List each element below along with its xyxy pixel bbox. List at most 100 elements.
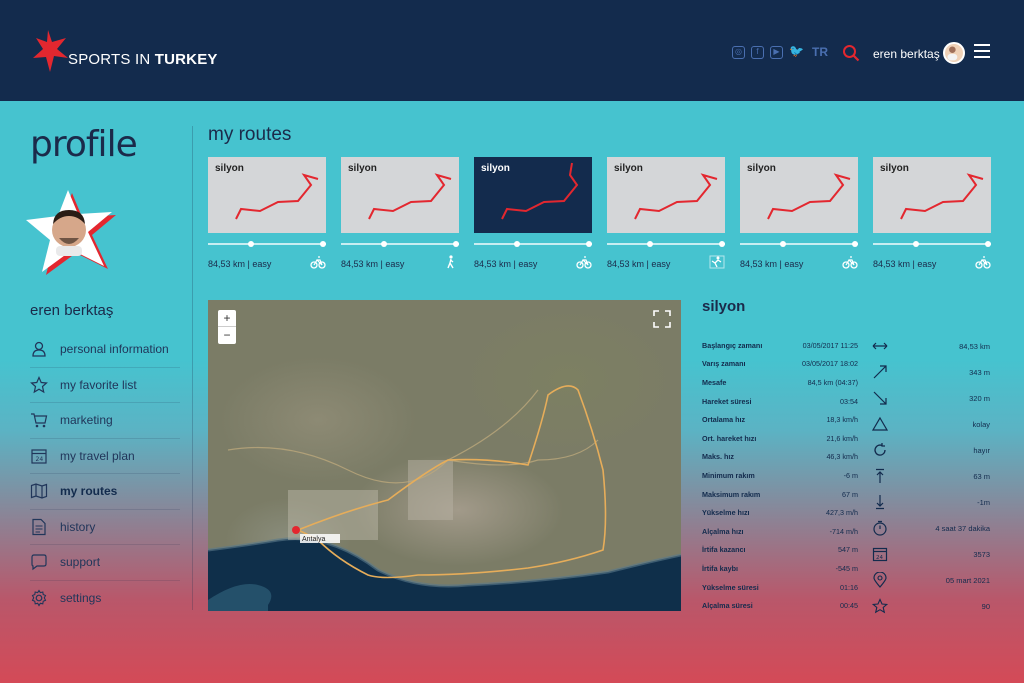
routes-title: my routes [208, 124, 292, 145]
route-card[interactable]: silyon 84,53 km | easy [873, 157, 991, 269]
instagram-icon[interactable]: ◎ [732, 45, 745, 59]
search-icon[interactable] [842, 44, 860, 62]
route-progress-slider[interactable] [341, 241, 459, 247]
avatar[interactable] [943, 42, 965, 64]
sidebar-item-history[interactable]: history [30, 510, 180, 545]
route-name: silyon [747, 163, 776, 174]
stat-row: hayır [872, 437, 990, 463]
map-place-label: Antalya [302, 536, 325, 543]
youtube-icon[interactable]: ▶ [770, 45, 783, 59]
detail-value: 00:45 [840, 601, 858, 611]
fullscreen-icon[interactable] [653, 310, 671, 328]
stat-row: 24 3573 [872, 541, 990, 567]
detail-value: 547 m [838, 545, 858, 555]
min-elevation-icon [876, 495, 884, 510]
route-thumbnail[interactable]: silyon [208, 157, 326, 233]
route-meta: 84,53 km | easy [873, 259, 937, 269]
sidebar-item-label: history [60, 519, 96, 534]
route-thumbnail[interactable]: silyon [474, 157, 592, 233]
route-map[interactable]: Antalya + − [208, 300, 681, 611]
calendar-icon: 24 [872, 547, 888, 562]
detail-value: 03/05/2017 18:02 [802, 359, 858, 369]
detail-key: İrtifa kazancı [702, 545, 746, 555]
detail-value: 01:16 [840, 582, 858, 592]
stat-value: 4 saat 37 dakika [935, 523, 990, 533]
stat-value: 05 mart 2021 [945, 575, 990, 585]
detail-value: 21,6 km/h [826, 433, 858, 443]
route-thumbnail[interactable]: silyon [740, 157, 858, 233]
stat-value: 90 [981, 601, 990, 611]
zoom-in-button[interactable]: + [218, 310, 236, 327]
zoom-out-button[interactable]: − [218, 327, 236, 344]
bike-icon [576, 256, 592, 269]
route-meta: 84,53 km | easy [607, 259, 671, 269]
detail-key: Mesafe [702, 377, 727, 387]
route-progress-slider[interactable] [873, 241, 991, 247]
sidebar-item-support[interactable]: support [30, 545, 180, 581]
profile-user-name: eren berktaş [30, 302, 114, 319]
detail-row: İrtifa kaybı -545 m [702, 559, 858, 578]
twitter-icon[interactable]: 🐦 [789, 45, 804, 59]
map-imagery: Antalya [208, 385, 681, 611]
sidebar-item-settings[interactable]: settings [30, 581, 180, 617]
detail-value: 03:54 [840, 396, 858, 406]
detail-row: Hareket süresi 03:54 [702, 392, 858, 411]
detail-row: Yükselme hızı 427,3 m/h [702, 503, 858, 522]
detail-key: Yükselme süresi [702, 582, 759, 592]
stat-value: 63 m [973, 471, 990, 481]
bike-icon [842, 256, 858, 269]
route-thumbnail[interactable]: silyon [607, 157, 725, 233]
sidebar-item-my-routes[interactable]: my routes [30, 474, 180, 510]
route-thumbnail[interactable]: silyon [341, 157, 459, 233]
route-meta: 84,53 km | easy [208, 259, 272, 269]
stat-value: -1m [977, 497, 990, 507]
sidebar-item-label: personal information [60, 342, 169, 357]
detail-key: Minimum rakım [702, 470, 755, 480]
gear-icon [31, 589, 47, 607]
route-name: silyon [614, 163, 643, 174]
route-progress-slider[interactable] [208, 241, 326, 247]
sidebar-item-favorite-list[interactable]: my favorite list [30, 368, 180, 403]
route-progress-slider[interactable] [740, 241, 858, 247]
detail-key: Varış zamanı [702, 359, 746, 369]
header-user-name[interactable]: eren berktaş [873, 47, 940, 61]
detail-value: 427,3 m/h [826, 508, 858, 518]
route-detail-title: silyon [702, 298, 746, 315]
detail-row: Minimum rakım -6 m [702, 466, 858, 485]
detail-key: Maks. hız [702, 452, 734, 462]
detail-row: İrtifa kazancı 547 m [702, 541, 858, 560]
stat-row: kolay [872, 411, 990, 437]
route-progress-slider[interactable] [607, 241, 725, 247]
sidebar-item-personal-information[interactable]: personal information [30, 332, 180, 368]
facebook-icon[interactable]: f [751, 45, 764, 59]
detail-key: Alçalma süresi [702, 601, 753, 611]
timer-icon [873, 520, 887, 536]
sidebar-item-label: settings [60, 591, 102, 606]
route-card[interactable]: silyon 84,53 km | easy [208, 157, 326, 269]
sidebar-item-label: my favorite list [60, 377, 137, 392]
profile-avatar[interactable] [20, 188, 120, 278]
route-thumbnail[interactable]: silyon [873, 157, 991, 233]
route-meta: 84,53 km | easy [341, 259, 405, 269]
stat-value: 3573 [973, 549, 990, 559]
chat-icon [31, 554, 47, 571]
sidebar-item-marketing[interactable]: marketing [30, 403, 180, 439]
location-icon [873, 572, 887, 588]
sidebar-item-travel-plan[interactable]: 24 my travel plan [30, 439, 180, 474]
stat-value: 320 m [969, 393, 990, 403]
route-progress-slider[interactable] [474, 241, 592, 247]
detail-key: Alçalma hızı [702, 526, 744, 536]
route-card[interactable]: silyon 84,53 km | easy [607, 157, 725, 269]
route-card[interactable]: silyon 84,53 km | easy [474, 157, 592, 269]
language-switch[interactable]: TR [812, 45, 828, 59]
detail-key: Yükselme hızı [702, 508, 750, 518]
detail-row: Maksimum rakım 67 m [702, 485, 858, 504]
detail-key: Başlangıç zamanı [702, 340, 763, 350]
route-card[interactable]: silyon 84,53 km | easy [740, 157, 858, 269]
hamburger-menu-icon[interactable] [974, 44, 990, 60]
stat-row: 84,53 km [872, 333, 990, 359]
difficulty-icon [872, 416, 888, 431]
logo[interactable]: SPORTS IN TURKEY [30, 28, 218, 74]
route-card[interactable]: silyon 84,53 km | easy [341, 157, 459, 269]
route-meta: 84,53 km | easy [474, 259, 538, 269]
